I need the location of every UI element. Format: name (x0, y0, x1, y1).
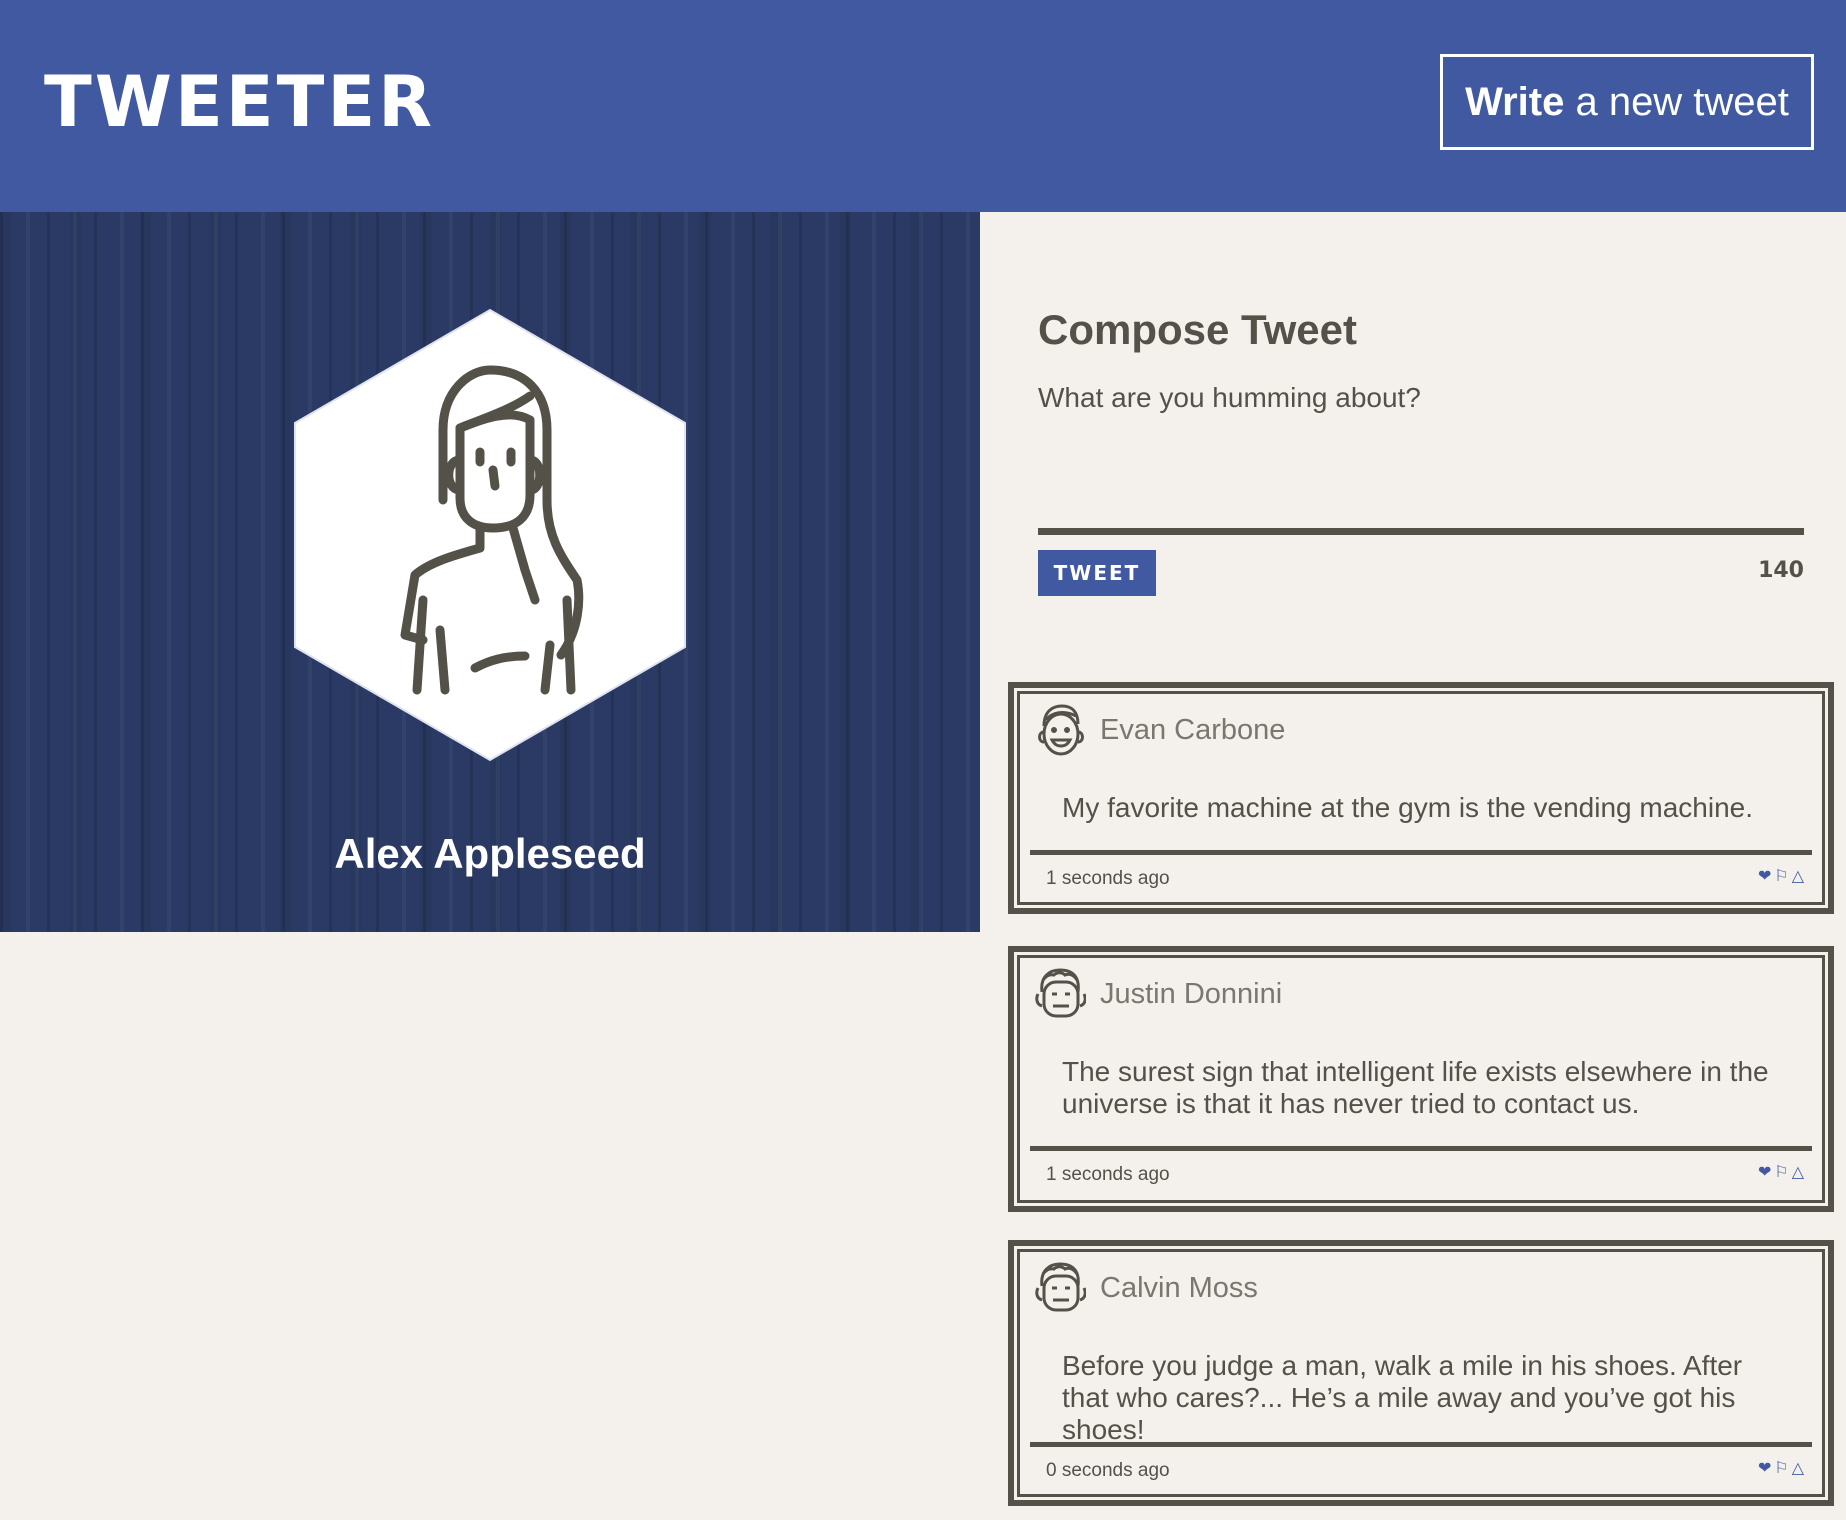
tweet-card: Justin Donnini The surest sign that inte… (1008, 946, 1834, 1212)
tweet-divider (1030, 1442, 1812, 1447)
user-avatar-icon (1035, 968, 1086, 1018)
tweet-submit-button[interactable]: TWEET (1038, 550, 1156, 596)
compose-section: Compose Tweet What are you humming about… (1038, 300, 1804, 596)
tweet-text: Before you judge a man, walk a mile in h… (1062, 1350, 1743, 1445)
tweet-divider (1030, 1146, 1812, 1151)
tweet-timestamp: 1 seconds ago (1046, 1164, 1170, 1185)
character-counter: 140 (1758, 558, 1804, 583)
brand-logo: TWEETER (44, 61, 436, 143)
tweet-card: Calvin Moss Before you judge a man, walk… (1008, 1240, 1834, 1506)
tweet-actions: ❤ ⚐ △ (1755, 866, 1804, 886)
compose-title: Compose Tweet (1038, 306, 1357, 353)
like-icon[interactable]: ❤ (1758, 866, 1771, 886)
tweet-actions: ❤ ⚐ △ (1755, 1162, 1804, 1182)
tweet-author: Justin Donnini (1100, 978, 1283, 1010)
user-avatar-icon (1035, 1262, 1086, 1312)
woman-avatar-icon (294, 308, 686, 762)
retweet-icon[interactable]: △ (1792, 866, 1804, 886)
flag-icon[interactable]: ⚐ (1774, 1458, 1788, 1478)
tweet-textarea[interactable]: What are you humming about? (1038, 382, 1804, 522)
write-button-rest: a new tweet (1564, 80, 1789, 124)
like-icon[interactable]: ❤ (1758, 1162, 1771, 1182)
tweet-text: My favorite machine at the gym is the ve… (1062, 792, 1754, 823)
top-nav: TWEETER Write a new tweet (0, 0, 1846, 212)
profile-name: Alex Appleseed (334, 830, 646, 877)
tweet-author: Calvin Moss (1100, 1272, 1258, 1304)
tweet-timestamp: 0 seconds ago (1046, 1460, 1170, 1481)
tweet-timestamp: 1 seconds ago (1046, 868, 1170, 889)
tweet-author: Evan Carbone (1100, 714, 1286, 746)
flag-icon[interactable]: ⚐ (1774, 866, 1788, 886)
flag-icon[interactable]: ⚐ (1774, 1162, 1788, 1182)
user-avatar-icon (1038, 704, 1084, 756)
retweet-icon[interactable]: △ (1792, 1162, 1804, 1182)
tweet-card: Evan Carbone My favorite machine at the … (1008, 682, 1834, 914)
write-new-tweet-button[interactable]: Write a new tweet (1440, 54, 1814, 150)
tweet-divider (1030, 850, 1812, 855)
tweet-actions: ❤ ⚐ △ (1755, 1458, 1804, 1478)
retweet-icon[interactable]: △ (1792, 1458, 1804, 1478)
like-icon[interactable]: ❤ (1758, 1458, 1771, 1478)
tweet-text: The surest sign that intelligent life ex… (1062, 1056, 1769, 1119)
profile-panel: Alex Appleseed (0, 212, 980, 932)
compose-divider (1038, 528, 1804, 535)
write-button-bold: Write (1465, 80, 1565, 124)
